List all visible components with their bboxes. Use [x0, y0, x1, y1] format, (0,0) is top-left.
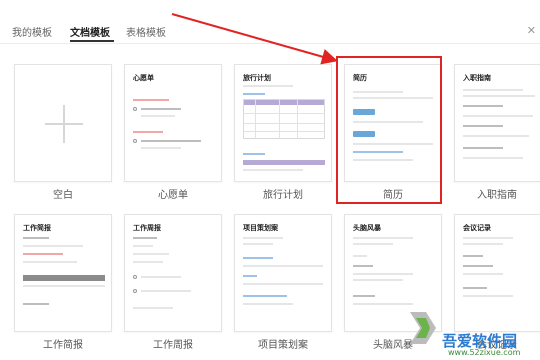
tab-bar: 我的模板 文档模板 表格模板 ✕ — [0, 0, 540, 44]
template-label: 工作简报 — [43, 340, 83, 351]
template-card-travel-plan[interactable]: 旅行计划 — [234, 64, 332, 182]
template-card-wishlist[interactable]: 心愿单 — [124, 64, 222, 182]
template-card-weekly-report[interactable]: 工作周报 — [124, 214, 222, 332]
template-card-work-brief[interactable]: 工作简报 — [14, 214, 112, 332]
template-label: 工作周报 — [153, 340, 193, 351]
watermark-url: www.52zixue.com — [448, 348, 521, 357]
template-card-resume[interactable]: 简历 — [344, 64, 442, 182]
template-label: 项目策划案 — [258, 340, 308, 351]
close-icon[interactable]: ✕ — [527, 24, 536, 37]
template-preview-title: 旅行计划 — [243, 74, 271, 82]
watermark: 吾爱软件园 www.52zixue.com — [398, 300, 540, 360]
tab-sheet-templates[interactable]: 表格模板 — [126, 24, 166, 39]
template-preview-title: 会议记录 — [463, 224, 491, 232]
template-preview-title: 头脑风暴 — [353, 224, 381, 232]
template-preview-title: 项目策划案 — [243, 224, 278, 232]
template-label: 入职指南 — [477, 190, 517, 201]
template-card-project-plan[interactable]: 项目策划案 — [234, 214, 332, 332]
template-preview-title: 工作简报 — [23, 224, 51, 232]
template-card-onboarding[interactable]: 入职指南 — [454, 64, 540, 182]
template-label: 简历 — [383, 190, 403, 201]
watermark-logo-icon — [410, 312, 436, 344]
template-preview-title: 入职指南 — [463, 74, 491, 82]
template-label: 心愿单 — [158, 190, 188, 201]
active-tab-indicator — [70, 40, 114, 42]
template-preview-title: 简历 — [353, 74, 367, 82]
template-label: 旅行计划 — [263, 190, 303, 201]
tab-doc-templates[interactable]: 文档模板 — [70, 24, 110, 39]
plus-icon — [45, 105, 83, 143]
template-preview-title: 工作周报 — [133, 224, 161, 232]
template-preview-title: 心愿单 — [133, 74, 154, 82]
tab-my-templates[interactable]: 我的模板 — [12, 24, 52, 39]
template-label: 空白 — [53, 190, 73, 201]
template-card-blank[interactable] — [14, 64, 112, 182]
template-picker: 我的模板 文档模板 表格模板 ✕ 空白 心愿单 心愿单 旅行计划 旅行计划 简历… — [0, 0, 540, 360]
